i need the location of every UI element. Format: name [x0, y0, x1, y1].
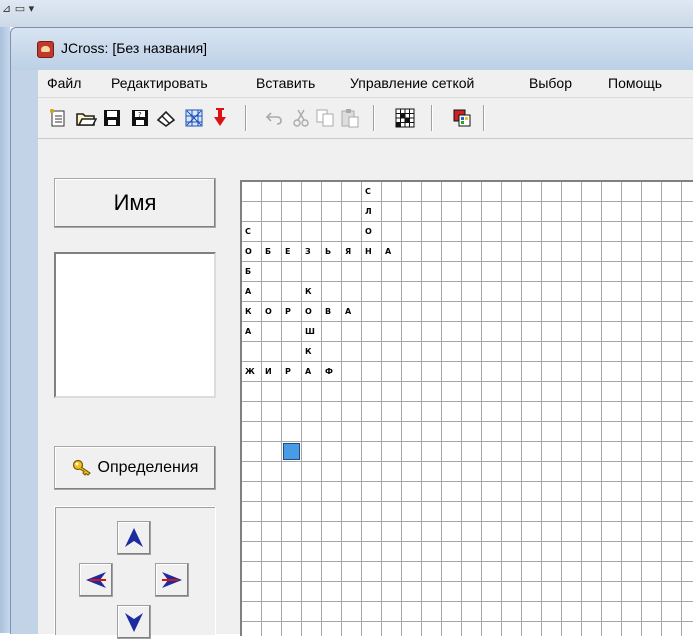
grid-letter[interactable]: К	[242, 302, 262, 322]
grid-letter[interactable]: Ф	[322, 362, 342, 382]
open-folder-icon[interactable]	[75, 107, 97, 129]
grid-letter[interactable]: Е	[282, 242, 302, 262]
definitions-button[interactable]: Определения	[54, 446, 216, 490]
grid-letter[interactable]: Б	[262, 242, 282, 262]
grid-letter[interactable]: А	[242, 282, 262, 302]
generate-grid-icon[interactable]	[183, 107, 205, 129]
menu-bar: Файл Редактировать Вставить Управление с…	[38, 70, 693, 98]
arrow-down-button[interactable]	[117, 605, 151, 639]
cut-icon[interactable]	[290, 107, 312, 129]
key-icon	[72, 459, 91, 476]
clue-textbox[interactable]	[54, 252, 216, 398]
grid-letter[interactable]: Ш	[302, 322, 322, 342]
definitions-label: Определения	[97, 459, 199, 476]
arrow-down-icon	[125, 613, 143, 632]
grid-letter[interactable]: Я	[342, 242, 362, 262]
grid-letter[interactable]: Н	[362, 242, 382, 262]
menu-file[interactable]: Файл	[47, 75, 81, 91]
client-area: Файл Редактировать Вставить Управление с…	[38, 70, 693, 639]
arrow-up-button[interactable]	[117, 521, 151, 555]
name-button[interactable]: Имя	[54, 178, 216, 228]
grid-letter[interactable]: К	[302, 342, 322, 362]
grid-letter[interactable]: И	[262, 362, 282, 382]
grid-letter[interactable]: Ь	[322, 242, 342, 262]
grid-letter[interactable]: О	[242, 242, 262, 262]
arrow-left-icon	[86, 572, 106, 588]
grid-letter[interactable]: А	[242, 322, 262, 342]
quick-access-icon: ⊿ ▭ ▾	[2, 2, 35, 15]
menu-insert[interactable]: Вставить	[256, 75, 315, 91]
undo-icon[interactable]	[263, 107, 285, 129]
app-window: JCross: [Без названия] Файл Редактироват…	[10, 27, 693, 639]
grid-letter[interactable]: Ж	[242, 362, 262, 382]
grid-letter[interactable]: О	[302, 302, 322, 322]
grid-letter[interactable]: З	[302, 242, 322, 262]
grid-letter[interactable]: К	[302, 282, 322, 302]
desktop-strip: ⊿ ▭ ▾	[0, 0, 693, 27]
navigation-pad	[54, 506, 216, 639]
toolbar-separator	[373, 105, 375, 131]
grid-letter[interactable]: А	[342, 302, 362, 322]
grid-icon[interactable]	[394, 107, 416, 129]
grid-cursor[interactable]	[283, 443, 300, 460]
app-icon[interactable]	[37, 41, 54, 58]
crossword-grid[interactable]: СЛСООБЕЗЬЯНАБАККОРОВААШКЖИРАФ	[240, 180, 693, 636]
arrow-right-button[interactable]	[155, 563, 189, 597]
copy-icon[interactable]	[314, 107, 336, 129]
toolbar: ?	[38, 98, 693, 139]
grid-letter[interactable]: А	[382, 242, 402, 262]
save-icon[interactable]	[101, 107, 123, 129]
toolbar-separator	[245, 105, 247, 131]
grid-letter[interactable]: Л	[362, 202, 382, 222]
toolbar-separator	[431, 105, 433, 131]
grid-letter[interactable]: Р	[282, 302, 302, 322]
menu-help[interactable]: Помощь	[608, 75, 662, 91]
grid-letter[interactable]: С	[362, 182, 382, 202]
grid-letter[interactable]: В	[322, 302, 342, 322]
grid-letter[interactable]: Р	[282, 362, 302, 382]
arrow-right-icon	[162, 572, 182, 588]
title-bar[interactable]: JCross: [Без названия]	[11, 28, 693, 70]
save-as-icon[interactable]: ?	[129, 107, 151, 129]
new-file-icon[interactable]	[47, 107, 69, 129]
menu-grid-control[interactable]: Управление сеткой	[350, 75, 474, 91]
toolbar-separator	[483, 105, 485, 131]
grid-letter[interactable]: Б	[242, 262, 262, 282]
paste-icon[interactable]	[339, 107, 361, 129]
desktop-edge	[0, 27, 10, 633]
down-arrow-icon[interactable]	[209, 107, 231, 129]
erase-icon[interactable]	[155, 107, 177, 129]
menu-edit[interactable]: Редактировать	[111, 75, 208, 91]
grid-letter[interactable]: О	[362, 222, 382, 242]
menu-select[interactable]: Выбор	[529, 75, 572, 91]
grid-letter[interactable]: А	[302, 362, 322, 382]
left-panel: Имя Определения	[38, 140, 233, 639]
grid-letter[interactable]: О	[262, 302, 282, 322]
grid-letter[interactable]: С	[242, 222, 262, 242]
arrow-left-button[interactable]	[79, 563, 113, 597]
window-title: JCross: [Без названия]	[61, 40, 208, 56]
arrow-up-icon	[125, 528, 143, 547]
palette-icon[interactable]	[451, 107, 473, 129]
svg-text:?: ?	[138, 111, 142, 119]
